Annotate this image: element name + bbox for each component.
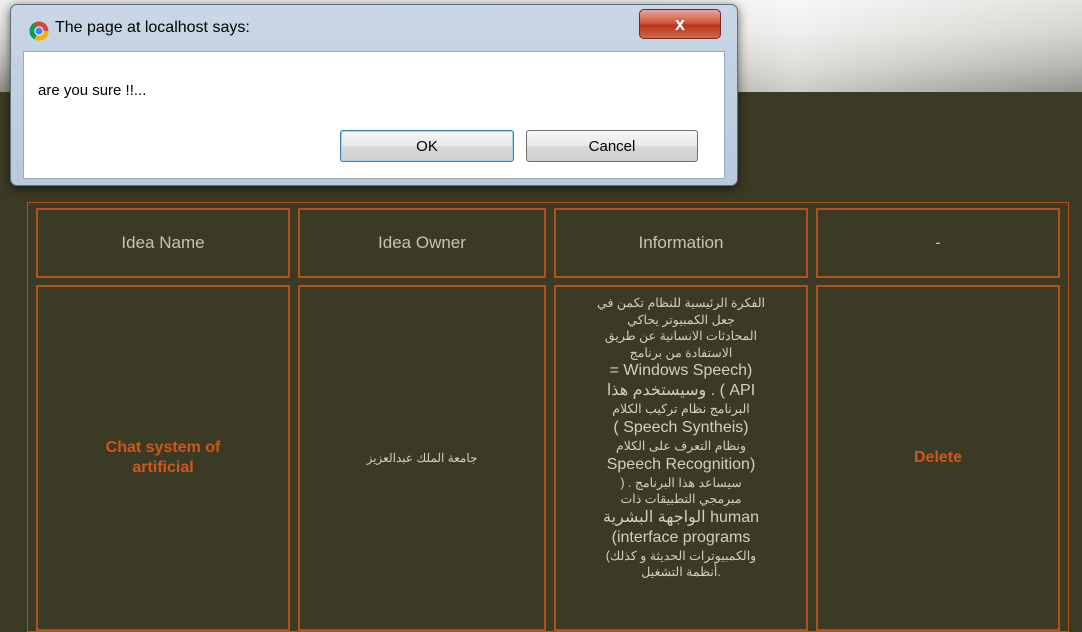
info-line: (Windows Speech = [609,362,753,380]
close-button[interactable]: x [639,9,721,39]
idea-name-line1[interactable]: Chat system of [106,438,221,458]
dialog-body: are you sure !!... OK Cancel [23,51,725,179]
info-line: جعل الكمبيوتر يحاكي [627,312,735,327]
close-icon: x [674,13,685,34]
header-idea-name: Idea Name [36,208,290,278]
info-line: الاستفادة من برنامج [629,345,733,360]
info-line: سيساعد هذا البرنامج . ( [620,475,742,490]
delete-link[interactable]: Delete [914,449,962,467]
info-line: (Speech Syntheis ) [613,418,749,436]
confirm-dialog: The page at localhost says: x are you su… [10,4,738,186]
header-idea-owner: Idea Owner [298,208,546,278]
ok-button[interactable]: OK [340,130,514,162]
ideas-table: Idea Name Idea Owner Information - Chat … [27,202,1069,632]
idea-name-line2[interactable]: artificial [106,458,221,478]
idea-name-cell[interactable]: Chat system of artificial [36,285,290,631]
info-line: والكمبيوترات الحديثة و كذلك) [605,548,757,563]
info-line: human الواجهة البشرية [603,508,759,526]
info-line: API ) . وسيستخدم هذا [606,382,756,400]
info-line: المحادثات الانسانية عن طريق [604,329,758,344]
information-text: الفكرة الرئيسية للنظام تكمن في جعل الكمب… [597,295,765,581]
dialog-title: The page at localhost says: [55,19,250,36]
info-line: الفكرة الرئيسية للنظام تكمن في [597,296,765,310]
info-line: ونظام التعرف على الكلام [615,438,747,453]
chrome-icon [29,21,49,41]
dialog-message: are you sure !!... [38,82,147,99]
delete-cell: Delete [816,285,1060,631]
info-line: .أنظمة التشغيل [641,565,721,580]
info-line: مبرمجي التطبيقات ذات [620,492,742,507]
cancel-button[interactable]: Cancel [526,130,698,162]
info-line: (Speech Recognition [606,455,756,473]
idea-owner-cell: جامعة الملك عبدالعزيز [298,285,546,631]
header-information: Information [554,208,808,278]
info-line: البرنامج نظام تركيب الكلام [612,402,750,417]
idea-information-cell: الفكرة الرئيسية للنظام تكمن في جعل الكمب… [554,285,808,631]
info-line: interface programs) [611,528,751,546]
header-actions: - [816,208,1060,278]
